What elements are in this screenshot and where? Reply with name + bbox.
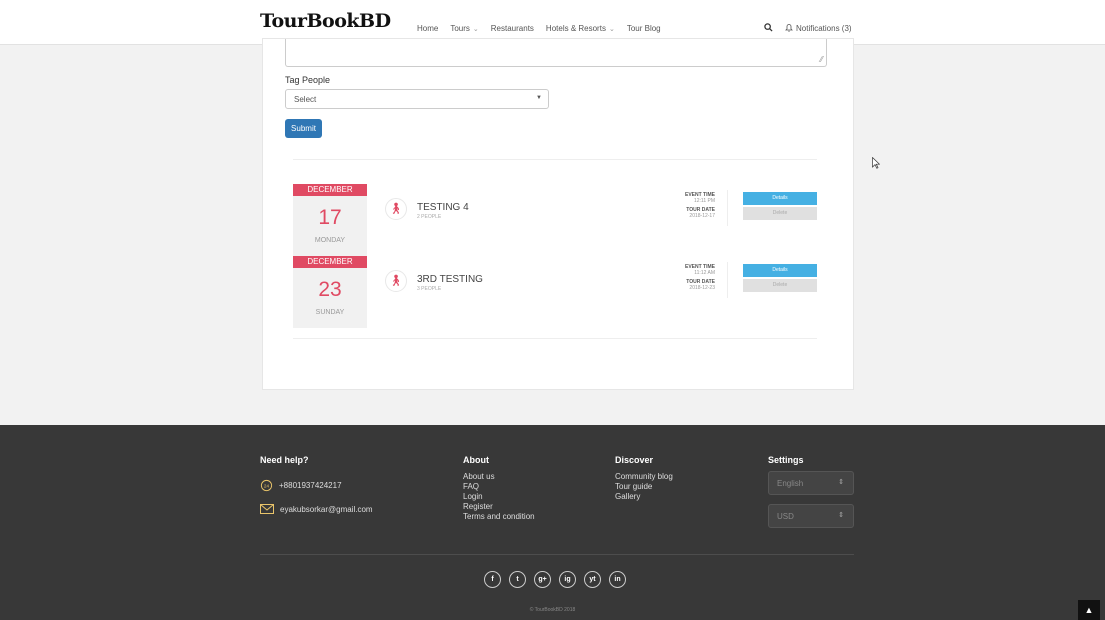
footer-link[interactable]: Login (463, 492, 535, 502)
notifications-link[interactable]: Notifications (3) (785, 23, 852, 34)
main-nav: Home Tours ⌄ Restaurants Hotels & Resorts… (417, 24, 661, 33)
event-month: DECEMBER (293, 184, 367, 196)
footer-link[interactable]: About us (463, 472, 535, 482)
divider (293, 338, 817, 339)
chevron-down-icon: ⌄ (608, 26, 615, 33)
event-people: 3 PEOPLE (417, 286, 442, 292)
mouse-cursor-icon (872, 157, 880, 169)
details-button[interactable]: Details (743, 192, 817, 205)
walking-person-icon: 🚶︎ (385, 270, 407, 292)
footer-link[interactable]: Register (463, 502, 535, 512)
event-separator (727, 190, 728, 226)
phone-24h-icon: 24 (260, 479, 273, 492)
youtube-icon[interactable]: yt (584, 571, 601, 588)
footer-link[interactable]: Gallery (615, 492, 673, 502)
event-people: 2 PEOPLE (417, 214, 442, 220)
event-item: DECEMBER 17 MONDAY 🚶︎ TESTING 4 2 PEOPLE… (293, 184, 817, 256)
footer-settings: Settings (768, 455, 804, 465)
chevron-down-icon: ⌄ (472, 26, 479, 33)
linkedin-icon[interactable]: in (609, 571, 626, 588)
event-item: DECEMBER 23 SUNDAY 🚶︎ 3RD TESTING 3 PEOP… (293, 256, 817, 328)
footer-discover: Discover Community blog Tour guide Galle… (615, 455, 673, 502)
svg-text:24: 24 (264, 483, 270, 488)
event-weekday: SUNDAY (315, 309, 345, 316)
twitter-icon[interactable]: t (509, 571, 526, 588)
delete-button[interactable]: Delete (743, 207, 817, 220)
event-weekday: MONDAY (314, 237, 346, 244)
tag-people-select[interactable]: Select ▼ (285, 89, 549, 109)
walking-person-icon: 🚶︎ (385, 198, 407, 220)
chevron-up-icon: ▲ (1084, 605, 1094, 615)
post-textarea[interactable]: ⁄⁄ (285, 39, 827, 67)
event-day: 23 (318, 278, 342, 301)
footer-about: About About us FAQ Login Register Terms … (463, 455, 535, 522)
event-separator (727, 262, 728, 298)
event-meta: EVENT TIME 12:11 PM TOUR DATE 2018-12-17 (684, 192, 715, 219)
back-to-top-button[interactable]: ▲ (1078, 600, 1100, 620)
up-down-caret-icon: ⇕ (838, 512, 844, 519)
tag-people-label: Tag People (285, 75, 331, 85)
event-title: TESTING 4 (417, 202, 469, 213)
nav-tour-blog[interactable]: Tour Blog (627, 24, 661, 33)
nav-hotels-resorts[interactable]: Hotels & Resorts ⌄ (546, 24, 615, 33)
delete-button[interactable]: Delete (743, 279, 817, 292)
up-down-caret-icon: ⇕ (838, 479, 844, 486)
footer-need-help: Need help? (260, 455, 309, 465)
footer-link[interactable]: Terms and condition (463, 512, 535, 522)
site-logo[interactable]: TourBookBD (260, 10, 391, 32)
resize-grip-icon[interactable]: ⁄⁄ (820, 55, 823, 64)
footer-phone[interactable]: 24 +8801937424217 (260, 479, 342, 492)
main-card: ⁄⁄ Tag People Select ▼ Submit DECEMBER 1… (262, 38, 854, 390)
envelope-icon (260, 504, 274, 514)
details-button[interactable]: Details (743, 264, 817, 277)
event-date-box: DECEMBER 17 MONDAY (293, 184, 367, 256)
instagram-icon[interactable]: ig (559, 571, 576, 588)
event-meta: EVENT TIME 11:12 AM TOUR DATE 2018-12-23 (684, 264, 715, 291)
footer-divider (260, 554, 854, 555)
caret-down-icon: ▼ (536, 95, 542, 101)
language-select[interactable]: English ⇕ (768, 471, 854, 495)
nav-restaurants[interactable]: Restaurants (491, 24, 534, 33)
divider (293, 159, 817, 160)
search-icon[interactable] (764, 23, 773, 34)
social-links: f t g+ ig yt in (484, 571, 626, 588)
event-title: 3RD TESTING (417, 274, 483, 285)
event-month: DECEMBER (293, 256, 367, 268)
currency-select[interactable]: USD ⇕ (768, 504, 854, 528)
footer-link[interactable]: FAQ (463, 482, 535, 492)
event-date-box: DECEMBER 23 SUNDAY (293, 256, 367, 328)
facebook-icon[interactable]: f (484, 571, 501, 588)
copyright-text: © TourBookBD 2018 (529, 607, 576, 613)
nav-home[interactable]: Home (417, 24, 438, 33)
google-plus-icon[interactable]: g+ (534, 571, 551, 588)
event-day: 17 (318, 206, 342, 229)
footer-link[interactable]: Community blog (615, 472, 673, 482)
submit-button[interactable]: Submit (285, 119, 322, 138)
footer-email[interactable]: eyakubsorkar@gmail.com (260, 504, 373, 514)
bell-icon (785, 23, 793, 34)
footer-link[interactable]: Tour guide (615, 482, 673, 492)
header-actions: Notifications (3) (764, 23, 852, 34)
nav-tours[interactable]: Tours ⌄ (450, 24, 478, 33)
site-footer: Need help? 24 +8801937424217 eyakubsorka… (0, 425, 1105, 620)
